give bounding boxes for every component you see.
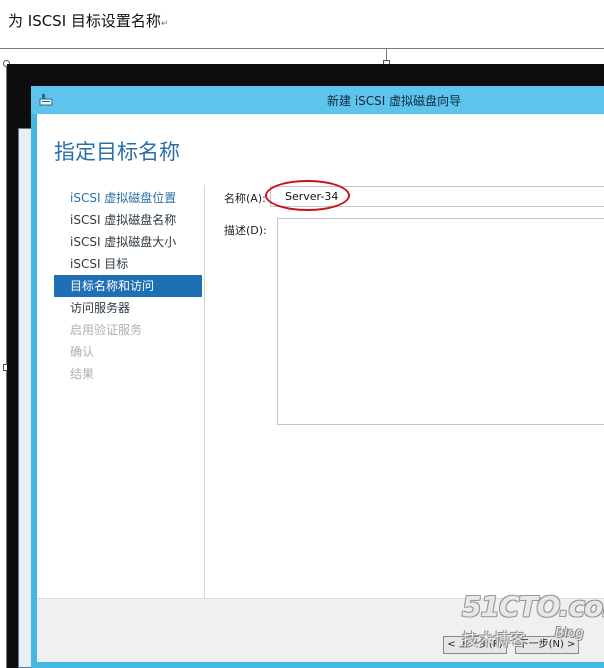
description-label: 描述(D): bbox=[224, 224, 267, 237]
nav-item-disk-size[interactable]: iSCSI 虚拟磁盘大小 bbox=[54, 231, 202, 253]
paragraph-mark: ↵ bbox=[160, 19, 169, 29]
nav-item-disk-name[interactable]: iSCSI 虚拟磁盘名称 bbox=[54, 209, 202, 231]
nav-item-results: 结果 bbox=[70, 367, 95, 381]
nav-item-iscsi-target[interactable]: iSCSI 目标 bbox=[54, 253, 202, 275]
title-bar[interactable]: 新建 iSCSI 虚拟磁盘向导 bbox=[31, 86, 604, 114]
frame-top-line bbox=[0, 48, 604, 49]
watermark: 51CTO.com 技术博客 Blog bbox=[462, 590, 604, 649]
nav-divider bbox=[204, 185, 205, 607]
background-window-edge bbox=[18, 128, 32, 668]
watermark-tagline: 技术博客 bbox=[462, 630, 527, 649]
nav-item-enable-auth: 启用验证服务 bbox=[70, 323, 143, 337]
nav-item-target-name-access[interactable]: 目标名称和访问 bbox=[54, 275, 202, 297]
page-title: 指定目标名称 bbox=[54, 140, 180, 164]
annotation-ellipse bbox=[265, 180, 350, 211]
name-label: 名称(A): bbox=[224, 192, 266, 205]
wizard-window: 新建 iSCSI 虚拟磁盘向导 指定目标名称 iSCSI 虚拟磁盘位置 iSCS… bbox=[31, 86, 604, 668]
nav-item-disk-location[interactable]: iSCSI 虚拟磁盘位置 bbox=[54, 187, 202, 209]
wizard-steps-nav: iSCSI 虚拟磁盘位置 iSCSI 虚拟磁盘名称 iSCSI 虚拟磁盘大小 i… bbox=[54, 187, 202, 385]
caption-text: 为 ISCSI 目标设置名称 bbox=[8, 12, 161, 30]
nav-item-access-servers[interactable]: 访问服务器 bbox=[54, 297, 202, 319]
document-caption: 为 ISCSI 目标设置名称↵ bbox=[8, 10, 168, 31]
server-manager-icon bbox=[39, 94, 53, 106]
nav-item-confirmation: 确认 bbox=[70, 345, 95, 359]
watermark-blog: Blog bbox=[555, 626, 584, 641]
window-title: 新建 iSCSI 虚拟磁盘向导 bbox=[327, 94, 462, 108]
description-textarea[interactable] bbox=[277, 218, 604, 425]
watermark-brand: 51CTO.com bbox=[462, 590, 604, 623]
